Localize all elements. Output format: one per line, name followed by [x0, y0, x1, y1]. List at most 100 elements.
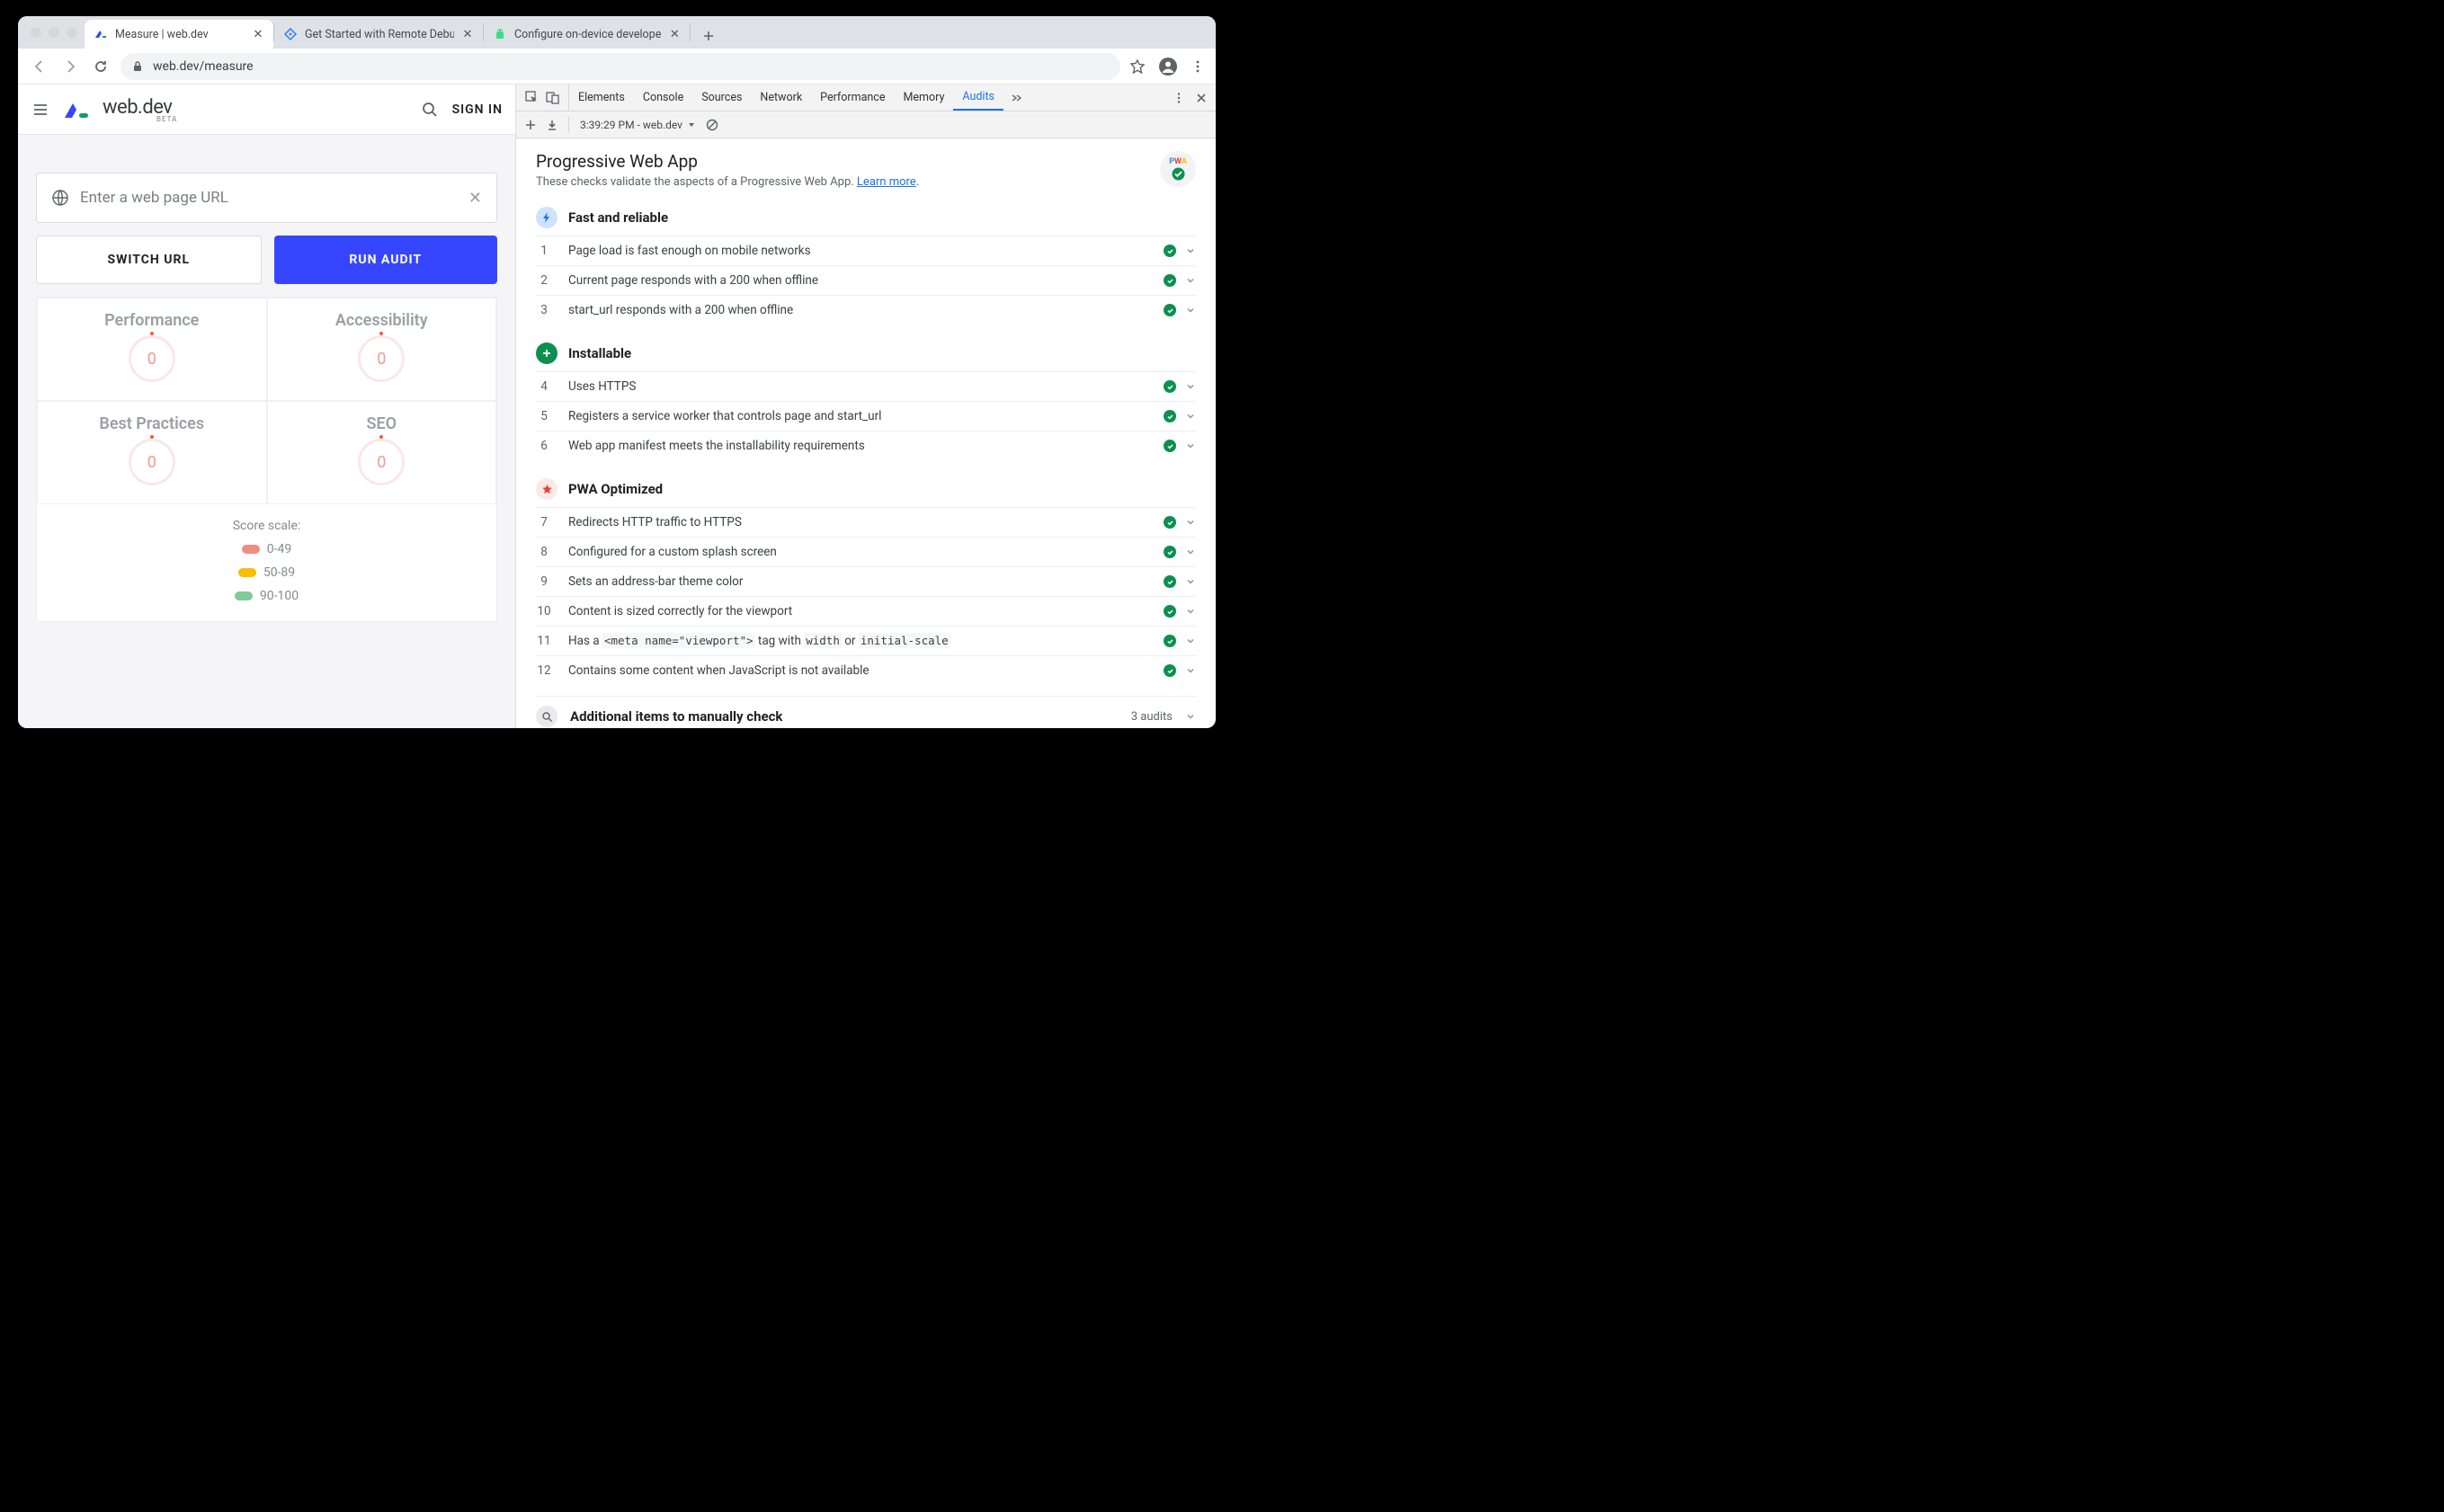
- audit-text: start_url responds with a 200 when offli…: [568, 303, 1147, 317]
- score-donut: 0: [129, 335, 175, 382]
- browser-tab-2[interactable]: Configure on-device develope ✕: [484, 20, 690, 49]
- audit-row[interactable]: 8Configured for a custom splash screen: [536, 537, 1196, 566]
- audit-status: [1164, 575, 1196, 588]
- audit-row[interactable]: 9 Sets an address-bar theme color: [536, 566, 1196, 596]
- audit-status: [1164, 380, 1196, 393]
- browser-tab-0[interactable]: Measure | web.dev ✕: [85, 20, 273, 49]
- audit-number: 2: [536, 273, 552, 288]
- audit-number: 8: [536, 545, 552, 559]
- omnibox[interactable]: web.dev/measure: [120, 53, 1120, 80]
- clear-icon[interactable]: [706, 119, 718, 131]
- close-icon[interactable]: ✕: [461, 28, 474, 40]
- traffic-min[interactable]: [49, 27, 59, 38]
- tab-performance[interactable]: Performance: [811, 84, 894, 111]
- audit-row[interactable]: 7Redirects HTTP traffic to HTTPS: [536, 507, 1196, 537]
- tab-network[interactable]: Network: [751, 84, 811, 111]
- check-icon: [1164, 575, 1176, 588]
- bookmark-icon[interactable]: [1129, 58, 1146, 75]
- score-donut: 0: [358, 335, 405, 382]
- new-audit-icon[interactable]: [525, 120, 536, 130]
- chevron-down-icon: [1185, 711, 1196, 722]
- audit-select[interactable]: 3:39:29 PM - web.dev: [580, 119, 695, 131]
- audit-row[interactable]: 11 Has a <meta name="viewport"> tag with …: [536, 626, 1196, 655]
- menu-icon[interactable]: [1191, 59, 1205, 74]
- close-icon[interactable]: ✕: [252, 28, 264, 40]
- audit-section: PWA Optimized7Redirects HTTP traffic to …: [536, 478, 1196, 685]
- check-icon: [1164, 605, 1176, 618]
- clear-icon[interactable]: ✕: [468, 189, 482, 208]
- audit-number: 12: [536, 663, 552, 678]
- download-icon[interactable]: [547, 120, 557, 130]
- traffic-close[interactable]: [31, 27, 41, 38]
- audit-row[interactable]: 5Registers a service worker that control…: [536, 401, 1196, 431]
- tab-audits[interactable]: Audits: [953, 84, 1003, 111]
- chevron-down-icon: [1185, 606, 1196, 617]
- score-seo: SEO 0: [267, 401, 497, 504]
- audits-body: Progressive Web App These checks validat…: [516, 138, 1216, 728]
- audit-row[interactable]: 3start_url responds with a 200 when offl…: [536, 295, 1196, 325]
- reload-button[interactable]: [90, 56, 111, 77]
- close-icon[interactable]: ✕: [668, 28, 681, 40]
- run-audit-button[interactable]: RUN AUDIT: [274, 236, 498, 284]
- audit-text: Registers a service worker that controls…: [568, 409, 1147, 423]
- learn-more-link[interactable]: Learn more: [857, 175, 916, 189]
- audit-row[interactable]: 1Page load is fast enough on mobile netw…: [536, 236, 1196, 265]
- devtools-close-icon[interactable]: [1196, 93, 1207, 103]
- check-icon: [1164, 380, 1176, 393]
- score-donut: 0: [358, 439, 405, 485]
- device-icon[interactable]: [546, 91, 559, 104]
- section-header: Installable: [536, 342, 1196, 371]
- scale-pill-orange: [238, 568, 256, 577]
- score-performance: Performance 0: [37, 298, 267, 401]
- profile-icon[interactable]: [1158, 57, 1178, 76]
- audit-text: Has a <meta name="viewport"> tag with wi…: [568, 634, 1147, 648]
- plus-icon: [536, 342, 557, 364]
- traffic-max[interactable]: [67, 27, 77, 38]
- browser-tab-1[interactable]: Get Started with Remote Debu ✕: [274, 20, 483, 49]
- audit-status: [1164, 410, 1196, 422]
- back-button[interactable]: [29, 56, 50, 77]
- audit-number: 4: [536, 379, 552, 394]
- hamburger-icon[interactable]: [31, 100, 50, 120]
- audit-status: [1164, 605, 1196, 618]
- audit-number: 6: [536, 439, 552, 453]
- section-title: Installable: [568, 345, 631, 361]
- audit-row[interactable]: 10Content is sized correctly for the vie…: [536, 596, 1196, 626]
- audit-row[interactable]: 6Web app manifest meets the installabili…: [536, 431, 1196, 460]
- switch-url-button[interactable]: SWITCH URL: [36, 236, 262, 284]
- audit-number: 1: [536, 244, 552, 258]
- audit-text: Content is sized correctly for the viewp…: [568, 604, 1147, 618]
- tab-title: Get Started with Remote Debu: [305, 28, 454, 41]
- forward-button[interactable]: [59, 56, 81, 77]
- audit-row[interactable]: 4Uses HTTPS: [536, 371, 1196, 401]
- signin-link[interactable]: SIGN IN: [452, 102, 503, 117]
- devtools-menu-icon[interactable]: [1173, 92, 1185, 104]
- scale-pill-green: [235, 591, 253, 600]
- check-icon: [1164, 274, 1176, 287]
- audit-number: 11: [536, 634, 552, 648]
- tab-console[interactable]: Console: [634, 84, 692, 111]
- audit-number: 9: [536, 574, 552, 589]
- audits-toolbar: 3:39:29 PM - web.dev: [516, 111, 1216, 138]
- tab-elements[interactable]: Elements: [569, 84, 634, 111]
- tab-title: Configure on-device develope: [514, 28, 661, 41]
- page-body: Enter a web page URL ✕ SWITCH URL RUN AU…: [18, 135, 515, 728]
- inspect-icon[interactable]: [525, 91, 539, 104]
- report-desc: These checks validate the aspects of a P…: [536, 175, 919, 189]
- tab-sources[interactable]: Sources: [692, 84, 751, 111]
- audit-row[interactable]: 12Contains some content when JavaScript …: [536, 655, 1196, 685]
- report-title: Progressive Web App: [536, 151, 919, 172]
- audit-text: Sets an address-bar theme color: [568, 574, 1147, 589]
- tab-separator: [690, 23, 691, 41]
- page-pane: web.dev BETA SIGN IN Enter a web page UR…: [18, 84, 516, 728]
- manual-checks-row[interactable]: Additional items to manually check 3 aud…: [536, 696, 1196, 728]
- url-input[interactable]: Enter a web page URL ✕: [36, 173, 497, 223]
- url-placeholder: Enter a web page URL: [80, 189, 458, 207]
- address-bar: web.dev/measure: [18, 49, 1216, 84]
- new-tab-button[interactable]: [696, 23, 721, 49]
- tab-more[interactable]: [1003, 84, 1027, 111]
- tab-memory[interactable]: Memory: [894, 84, 953, 111]
- search-icon[interactable]: [420, 100, 440, 120]
- audit-row[interactable]: 2Current page responds with a 200 when o…: [536, 265, 1196, 295]
- devtools-tabs: Elements Console Sources Network Perform…: [516, 84, 1216, 111]
